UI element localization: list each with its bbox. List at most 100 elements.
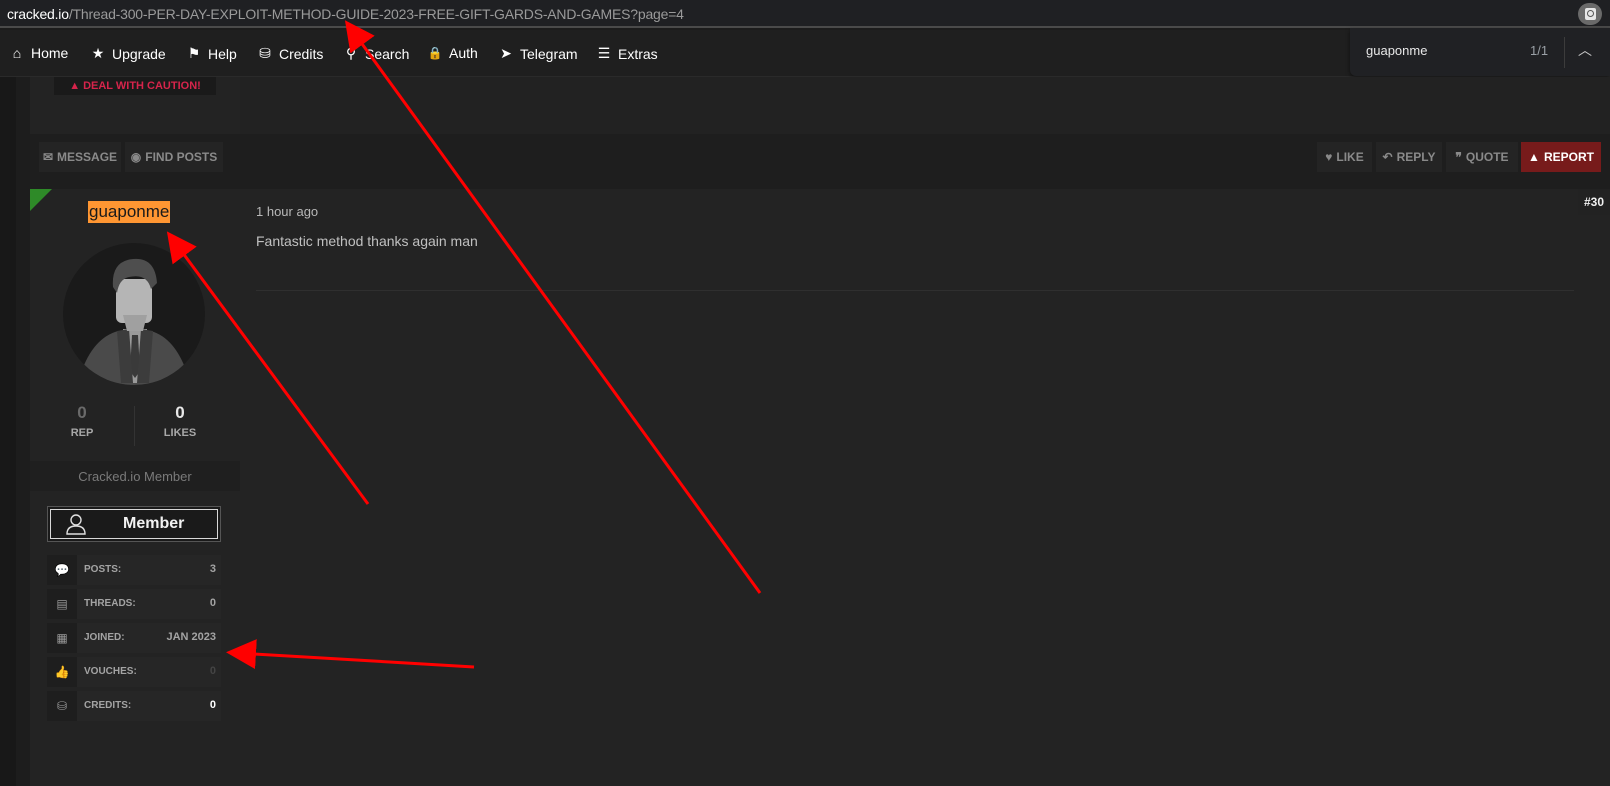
- home-icon: ⌂: [12, 45, 22, 61]
- usergroup-badge: Member: [47, 506, 221, 542]
- url-host: cracked.io: [7, 6, 69, 22]
- nav-extras[interactable]: ☰ Extras: [596, 45, 658, 62]
- quote-button[interactable]: ❞ QUOTE: [1446, 142, 1518, 172]
- like-button[interactable]: ♥ LIKE: [1317, 142, 1372, 172]
- info-value[interactable]: 3: [210, 563, 216, 575]
- likes-value: 0: [175, 403, 185, 422]
- info-value[interactable]: 0: [210, 665, 216, 677]
- report-label: REPORT: [1543, 150, 1594, 164]
- post-message: Fantastic method thanks again man: [256, 233, 478, 249]
- chevron-up-icon[interactable]: ︿: [1578, 40, 1592, 60]
- info-vouches: 👍 VOUCHES: 0: [47, 657, 221, 687]
- find-in-page-bar: guaponme 1/1 ︿: [1350, 28, 1610, 76]
- browser-url-bar[interactable]: cracked.io/Thread-300-PER-DAY-EXPLOIT-ME…: [0, 0, 1610, 28]
- nav-search[interactable]: ⚲ Search: [343, 45, 410, 62]
- info-threads: ▤ THREADS: 0: [47, 589, 221, 619]
- caution-badge: ▲ DEAL WITH CAUTION!: [54, 77, 216, 95]
- find-posts-button[interactable]: ◉ FIND POSTS: [125, 142, 223, 172]
- username-link[interactable]: guaponme: [88, 201, 171, 223]
- badge-label: Member: [123, 515, 185, 532]
- lock-icon: 🔒: [427, 46, 443, 60]
- warning-icon: ▲: [69, 80, 81, 92]
- page-left-gutter: [0, 77, 16, 786]
- comments-icon: 💬: [47, 555, 77, 585]
- nav-label: Help: [208, 45, 237, 62]
- user-icon: [66, 514, 86, 535]
- nav-label: Upgrade: [112, 45, 166, 62]
- telegram-icon: ➤: [500, 45, 512, 61]
- caution-label: DEAL WITH CAUTION!: [83, 80, 201, 92]
- thumbs-up-icon: 👍: [47, 657, 77, 687]
- info-value: 0: [209, 699, 216, 711]
- info-joined: ▦ JOINED: JAN 2023: [47, 623, 221, 653]
- eye-icon: ◉: [130, 150, 142, 164]
- find-input[interactable]: guaponme: [1366, 43, 1427, 58]
- post-separator: [256, 290, 1574, 291]
- info-key: JOINED:: [84, 632, 125, 643]
- star-icon: ★: [91, 45, 105, 61]
- nav-label: Credits: [279, 45, 324, 62]
- book-icon: ▤: [47, 589, 77, 619]
- info-key: CREDITS:: [84, 700, 132, 711]
- quote-icon: ❞: [1455, 150, 1462, 164]
- like-label: LIKE: [1336, 150, 1364, 164]
- search-icon: ⚲: [345, 45, 357, 61]
- likes-stat: 0 LIKES: [130, 403, 230, 439]
- url-path: /Thread-300-PER-DAY-EXPLOIT-METHOD-GUIDE…: [68, 6, 684, 22]
- forum-post: guaponme 0 REP 0 LIKES Cracked.io Member…: [30, 189, 1610, 786]
- info-credits: ⛁ CREDITS: 0: [47, 691, 221, 721]
- post-action-row: ✉ MESSAGE ◉ FIND POSTS ♥ LIKE ↶ REPLY ❞ QUOTE…: [30, 134, 1610, 189]
- nav-label: Home: [31, 45, 69, 61]
- default-avatar-icon: [81, 258, 187, 385]
- previous-post-author-column: ▲ DEAL WITH CAUTION!: [30, 77, 240, 134]
- info-value: JAN 2023: [166, 631, 216, 643]
- nav-upgrade[interactable]: ★ Upgrade: [90, 45, 166, 62]
- post-author-column: guaponme 0 REP 0 LIKES Cracked.io Member…: [30, 189, 240, 769]
- nav-credits[interactable]: ⛁ Credits: [257, 45, 323, 62]
- reply-icon: ↶: [1382, 150, 1393, 164]
- previous-post: ▲ DEAL WITH CAUTION!: [30, 77, 1610, 134]
- google-lens-icon: [1584, 8, 1596, 20]
- usergroup-title: Cracked.io Member: [30, 461, 240, 491]
- rep-label: REP: [70, 427, 94, 439]
- nav-label: Auth: [449, 45, 478, 61]
- google-lens-button[interactable]: [1578, 3, 1602, 25]
- likes-label: LIKES: [163, 427, 197, 439]
- heart-icon: ♥: [1325, 150, 1333, 164]
- post-number[interactable]: #30: [1578, 189, 1610, 215]
- nav-label: Telegram: [520, 45, 578, 62]
- reply-label: REPLY: [1396, 150, 1436, 164]
- post-content: 1 hour ago #30 Fantastic method thanks a…: [240, 189, 1610, 786]
- rep-value: 0: [77, 403, 87, 422]
- page-left-gutter-inner: [16, 77, 30, 786]
- warning-icon: ▲: [1528, 150, 1540, 164]
- report-button[interactable]: ▲ REPORT: [1521, 142, 1601, 172]
- reply-button[interactable]: ↶ REPLY: [1376, 142, 1442, 172]
- flag-icon: ⚑: [187, 45, 201, 61]
- post-date[interactable]: 1 hour ago: [256, 204, 318, 219]
- online-indicator: [30, 189, 52, 211]
- quote-label: QUOTE: [1465, 150, 1509, 164]
- find-divider: [1564, 37, 1565, 68]
- info-value[interactable]: 0: [210, 597, 216, 609]
- coins-icon: ⛁: [47, 691, 77, 721]
- find-match-count: 1/1: [1530, 43, 1549, 58]
- coins-icon: ⛁: [259, 45, 271, 61]
- nav-auth[interactable]: 🔒 Auth: [427, 45, 478, 61]
- rep-stat: 0 REP: [32, 403, 132, 439]
- nav-telegram[interactable]: ➤ Telegram: [498, 45, 578, 62]
- calendar-icon: ▦: [47, 623, 77, 653]
- url-text[interactable]: cracked.io/Thread-300-PER-DAY-EXPLOIT-ME…: [7, 6, 684, 22]
- info-key: THREADS:: [84, 598, 136, 609]
- avatar[interactable]: [63, 243, 205, 385]
- message-button[interactable]: ✉ MESSAGE: [39, 142, 121, 172]
- nav-label: Extras: [618, 45, 658, 62]
- info-posts: 💬 POSTS: 3: [47, 555, 221, 585]
- nav-help[interactable]: ⚑ Help: [186, 45, 237, 62]
- user-stats: 0 REP 0 LIKES: [30, 403, 240, 463]
- message-label: MESSAGE: [57, 150, 118, 164]
- envelope-icon: ✉: [42, 150, 54, 164]
- bars-icon: ☰: [597, 45, 611, 61]
- nav-home[interactable]: ⌂ Home: [9, 45, 69, 61]
- info-key: VOUCHES:: [84, 666, 137, 677]
